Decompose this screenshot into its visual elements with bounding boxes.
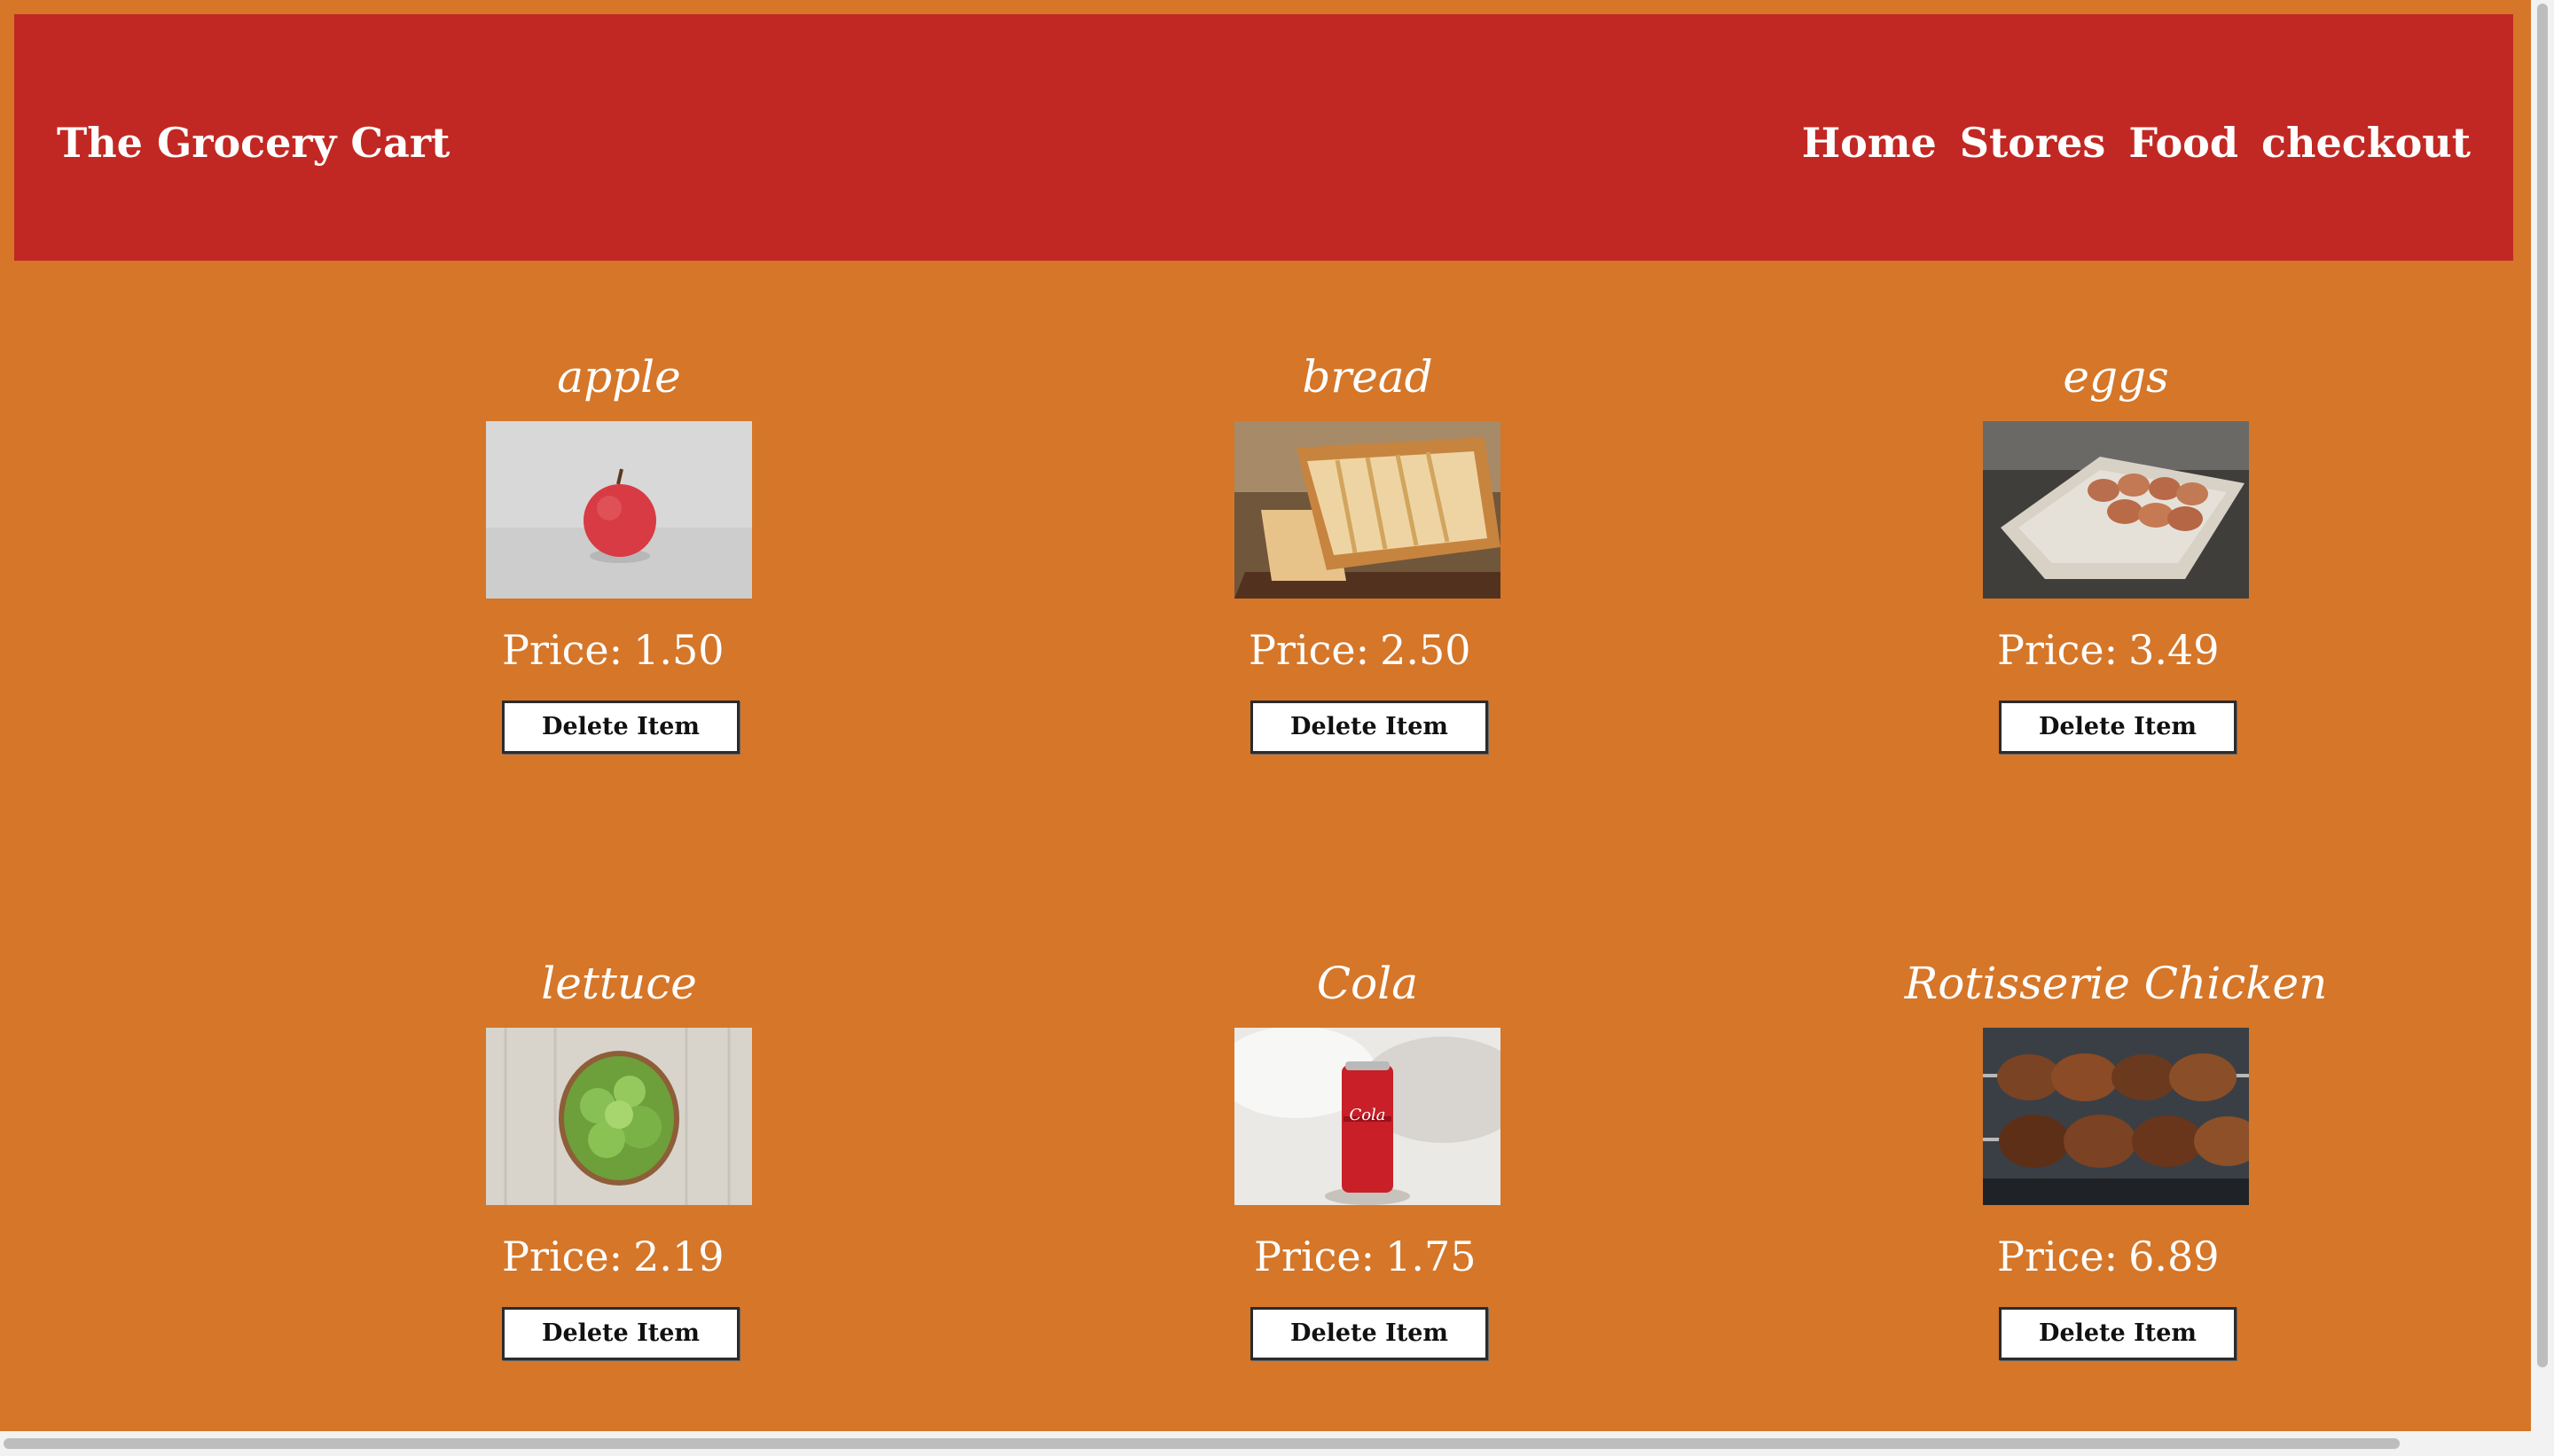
chicken-photo — [1983, 1028, 2249, 1205]
item-name: Rotisserie Chicken — [1904, 958, 2328, 1009]
item-name: Cola — [1316, 958, 1419, 1009]
delete-item-button[interactable]: Delete Item — [502, 1307, 740, 1360]
lettuce-photo — [486, 1028, 752, 1205]
chicken-image — [1983, 1028, 2249, 1205]
item-price: Price: 1.75 — [1254, 1230, 1477, 1283]
eggs-photo — [1983, 421, 2249, 599]
page: The Grocery Cart Home Stores Food checko… — [0, 0, 2554, 1456]
item-name: eggs — [2063, 351, 2169, 403]
cart-item-card: lettuce Price: 2.19 Delete Item — [371, 948, 867, 1409]
cart-item-card: Rotisserie Chicken Price: 6.89 Delete It… — [1868, 948, 2364, 1409]
eggs-image — [1983, 421, 2249, 599]
horizontal-scrollbar-thumb[interactable] — [4, 1438, 2400, 1449]
delete-item-button[interactable]: Delete Item — [1999, 1307, 2237, 1360]
item-name: bread — [1302, 351, 1433, 403]
delete-item-button[interactable]: Delete Item — [1250, 1307, 1488, 1360]
cart-item-card: eggs Price: 3.49 Delete Item — [1868, 341, 2364, 802]
price-value: 1.50 — [633, 626, 725, 674]
apple-image — [486, 421, 752, 599]
item-price: Price: 2.50 — [1249, 623, 1471, 677]
item-price: Price: 1.50 — [502, 623, 725, 677]
lettuce-image — [486, 1028, 752, 1205]
price-label: Price: — [502, 1233, 623, 1280]
cart-item-card: Cola Cola Price: 1.75 Delete Item — [1119, 948, 1616, 1409]
price-value: 3.49 — [2128, 626, 2220, 674]
cart-grid: apple Price: 1.50 Delete Item bread Pric… — [0, 0, 2554, 1456]
price-value: 2.19 — [633, 1233, 725, 1280]
bread-photo — [1234, 421, 1500, 599]
cart-item-card: bread Price: 2.50 Delete Item — [1119, 341, 1616, 802]
price-label: Price: — [1997, 626, 2119, 674]
horizontal-scrollbar[interactable] — [0, 1431, 2554, 1456]
item-name: lettuce — [541, 958, 697, 1009]
vertical-scrollbar[interactable] — [2531, 0, 2554, 1456]
delete-item-button[interactable]: Delete Item — [1250, 701, 1488, 754]
cart-item-card: apple Price: 1.50 Delete Item — [371, 341, 867, 802]
item-price: Price: 3.49 — [1997, 623, 2220, 677]
vertical-scrollbar-thumb[interactable] — [2537, 4, 2548, 1367]
cola-image: Cola — [1234, 1028, 1500, 1205]
price-label: Price: — [1997, 1233, 2119, 1280]
apple-photo — [486, 421, 752, 599]
bread-image — [1234, 421, 1500, 599]
delete-item-button[interactable]: Delete Item — [502, 701, 740, 754]
item-name: apple — [557, 351, 681, 403]
item-price: Price: 6.89 — [1997, 1230, 2220, 1283]
svg-text:Cola: Cola — [1349, 1106, 1385, 1124]
price-label: Price: — [502, 626, 623, 674]
delete-item-button[interactable]: Delete Item — [1999, 701, 2237, 754]
price-label: Price: — [1249, 626, 1370, 674]
price-value: 2.50 — [1380, 626, 1471, 674]
price-label: Price: — [1254, 1233, 1375, 1280]
price-value: 1.75 — [1385, 1233, 1477, 1280]
cola-photo: Cola — [1234, 1028, 1500, 1205]
item-price: Price: 2.19 — [502, 1230, 725, 1283]
price-value: 6.89 — [2128, 1233, 2220, 1280]
